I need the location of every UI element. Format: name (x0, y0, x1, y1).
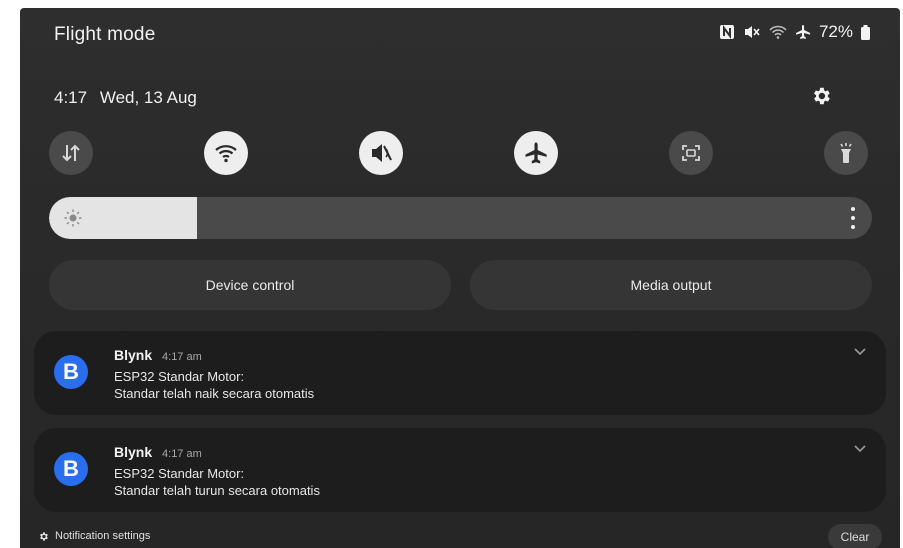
mute-icon (743, 24, 761, 40)
clock-time: 4:17 (54, 88, 88, 107)
wifi-icon (769, 24, 787, 40)
status-icons: 72% (719, 22, 870, 42)
chevron-down-icon[interactable] (852, 442, 868, 454)
notification-app-name: Blynk (114, 444, 153, 460)
notification-card[interactable]: B Blynk 4:17 am ESP32 Standar Motor: Sta… (34, 331, 886, 415)
status-title: Flight mode (54, 24, 156, 45)
sun-icon (64, 209, 82, 227)
media-output-button[interactable]: Media output (470, 260, 872, 310)
notification-header: Blynk 4:17 am (114, 347, 202, 363)
quick-settings-row (49, 131, 874, 179)
gear-icon (814, 87, 830, 105)
airplane-icon (525, 142, 547, 164)
brightness-more-options-icon[interactable] (850, 207, 856, 229)
screen-capture-icon (682, 145, 700, 161)
wifi-toggle[interactable] (204, 131, 248, 175)
wifi-icon (215, 145, 237, 163)
blynk-app-icon: B (54, 452, 88, 486)
notification-time: 4:17 am (162, 448, 202, 460)
brightness-slider[interactable] (49, 197, 872, 239)
mute-icon (372, 144, 392, 162)
clear-button[interactable]: Clear (828, 524, 882, 548)
clock-date: Wed, 13 Aug (99, 88, 197, 107)
screen-capture-toggle[interactable] (669, 131, 713, 175)
notification-settings-label: Notification settings (55, 530, 151, 542)
clock-row: 4:17 Wed, 13 Aug (54, 88, 197, 108)
notification-settings-link[interactable]: Notification settings (38, 530, 150, 542)
sound-toggle[interactable] (359, 131, 403, 175)
chevron-down-icon[interactable] (852, 345, 868, 357)
battery-icon (861, 24, 870, 40)
notification-card[interactable]: B Blynk 4:17 am ESP32 Standar Motor: Sta… (34, 428, 886, 512)
data-arrows-icon (62, 144, 80, 162)
notification-body: Standar telah turun secara otomatis (114, 483, 320, 498)
airplane-mode-toggle[interactable] (514, 131, 558, 175)
mobile-data-toggle[interactable] (49, 131, 93, 175)
notification-time: 4:17 am (162, 351, 202, 363)
airplane-icon (795, 24, 811, 40)
quick-panel: Flight mode 72% 4:17 Wed, 13 Aug Device … (20, 8, 900, 548)
blynk-app-icon: B (54, 355, 88, 389)
notification-title: ESP32 Standar Motor: (114, 466, 245, 481)
notification-body: Standar telah naik secara otomatis (114, 386, 315, 401)
battery-percentage: 72% (818, 22, 853, 41)
flashlight-toggle[interactable] (824, 131, 868, 175)
notification-app-name: Blynk (114, 347, 153, 363)
flashlight-icon (840, 143, 852, 163)
nfc-icon (719, 24, 735, 40)
notification-header: Blynk 4:17 am (114, 444, 202, 460)
settings-button[interactable] (808, 83, 834, 109)
device-control-button[interactable]: Device control (49, 260, 451, 310)
notification-title: ESP32 Standar Motor: (114, 369, 245, 384)
gear-icon (40, 531, 48, 541)
